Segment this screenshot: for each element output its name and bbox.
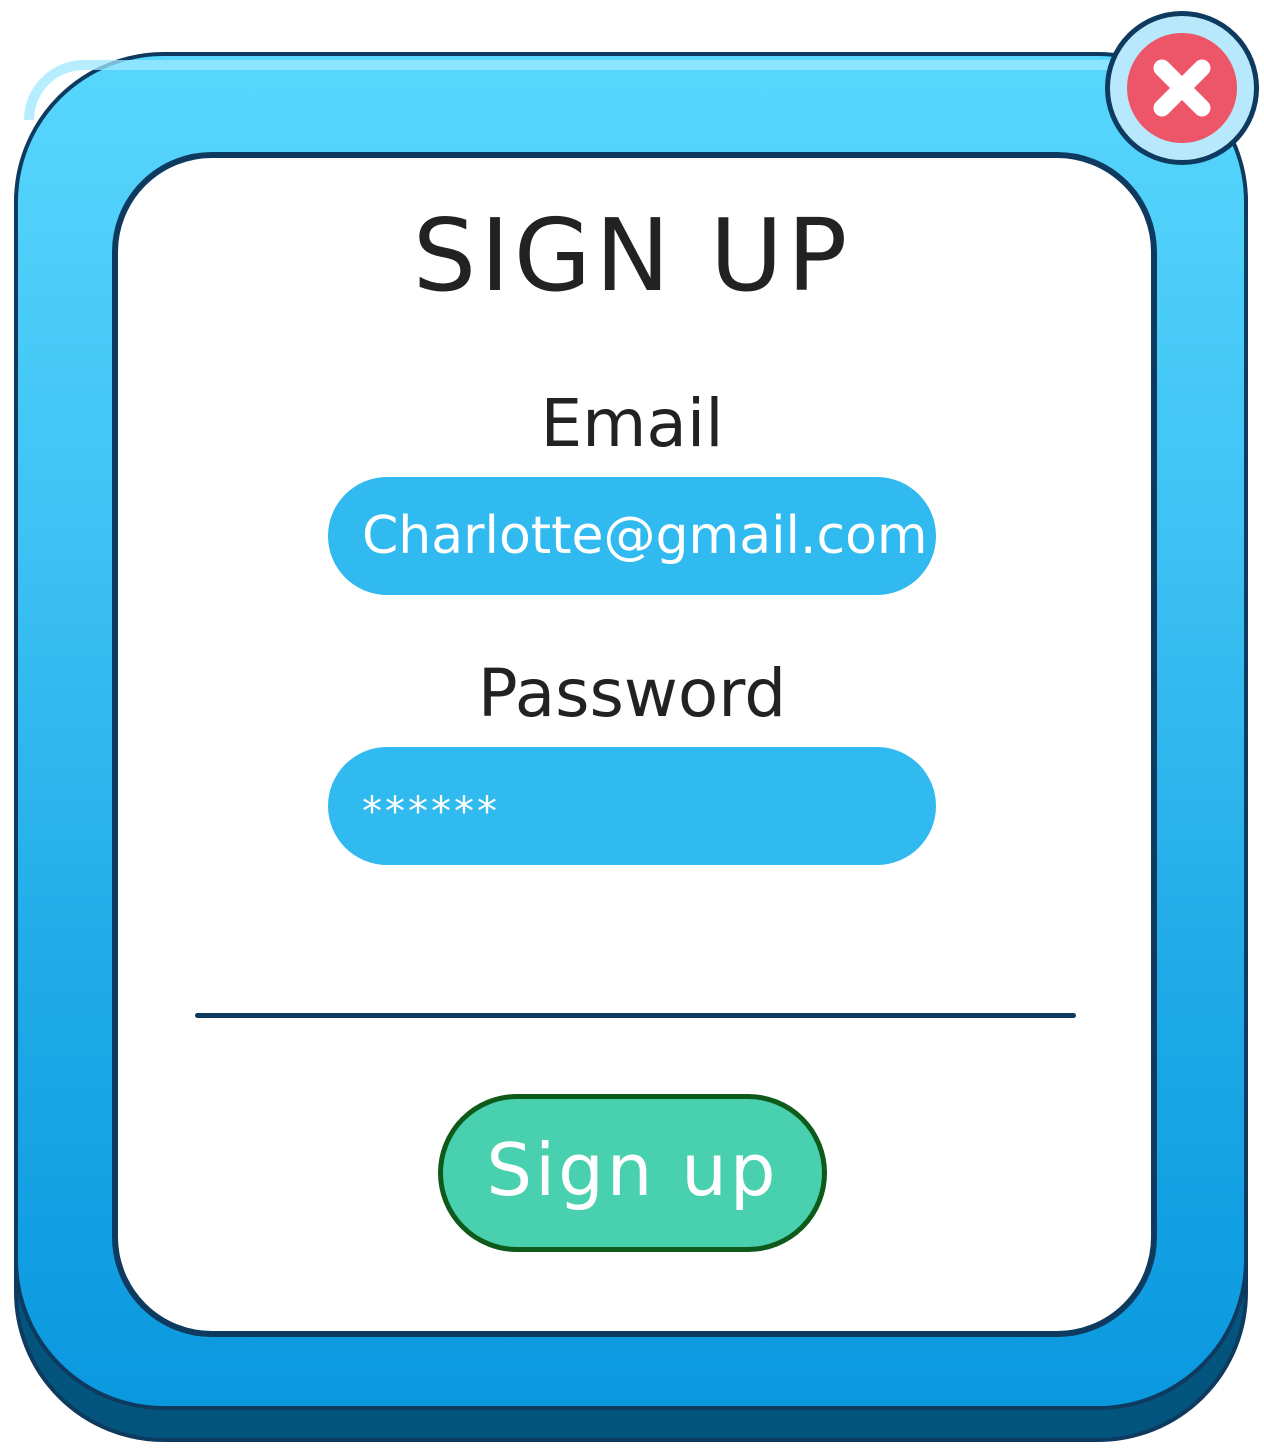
email-field[interactable]: Charlotte@gmail.com (328, 477, 936, 595)
password-label: Password (477, 655, 787, 732)
dialog-title: SIGN UP (412, 197, 852, 314)
password-field[interactable]: ****** (328, 747, 936, 865)
email-label: Email (540, 385, 724, 462)
email-value: Charlotte@gmail.com (362, 506, 928, 566)
password-value: ****** (362, 789, 500, 835)
divider (195, 1013, 1076, 1018)
sign-up-button-label: Sign up (486, 1128, 779, 1212)
sign-up-button[interactable]: Sign up (438, 1094, 827, 1252)
close-button-face (1127, 33, 1237, 143)
close-icon (1153, 59, 1211, 117)
close-button[interactable] (1105, 11, 1259, 165)
